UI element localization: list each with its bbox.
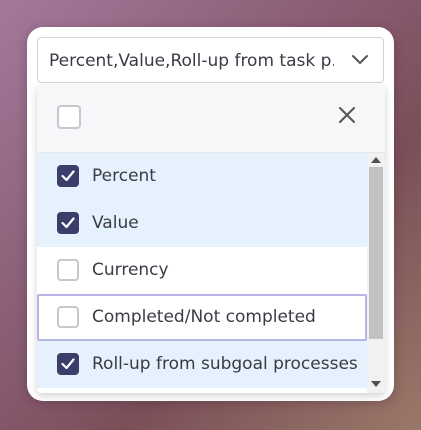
option-label: Roll-up from subgoal processes [92, 354, 358, 374]
checkmark-icon [61, 358, 75, 370]
option-checkbox[interactable] [57, 353, 79, 375]
scrollbar-thumb[interactable] [369, 167, 383, 339]
option-label: Percent [92, 166, 156, 186]
option-currency[interactable]: Currency [37, 247, 367, 294]
option-percent[interactable]: Percent [37, 153, 367, 200]
checkmark-icon [61, 217, 75, 229]
option-checkbox[interactable] [57, 165, 79, 187]
multiselect-field[interactable]: Percent,Value,Roll-up from task p... [37, 37, 384, 83]
option-completed-not-completed[interactable]: Completed/Not completed [37, 294, 367, 341]
close-icon[interactable] [336, 104, 358, 126]
option-checkbox[interactable] [57, 259, 79, 281]
chevron-down-icon[interactable] [351, 54, 369, 66]
option-label: Value [92, 213, 139, 233]
checkmark-icon [61, 170, 75, 182]
scrollbar[interactable] [367, 153, 385, 393]
options-list: Percent Value Currency Completed/Not com… [37, 153, 367, 393]
option-label: Currency [92, 260, 169, 280]
select-all-checkbox[interactable] [57, 105, 81, 129]
option-label: Completed/Not completed [92, 307, 316, 327]
option-value[interactable]: Value [37, 200, 367, 247]
multiselect-dropdown: Percent Value Currency Completed/Not com… [37, 85, 385, 393]
scroll-down-arrow-icon[interactable] [371, 381, 381, 387]
option-checkbox[interactable] [57, 306, 79, 328]
option-rollup-subgoal[interactable]: Roll-up from subgoal processes [37, 341, 367, 388]
option-checkbox[interactable] [57, 212, 79, 234]
multiselect-value: Percent,Value,Roll-up from task p... [49, 51, 334, 71]
multiselect-card: Percent,Value,Roll-up from task p... Per… [27, 27, 394, 401]
dropdown-header [37, 85, 385, 153]
scroll-up-arrow-icon[interactable] [371, 157, 381, 163]
